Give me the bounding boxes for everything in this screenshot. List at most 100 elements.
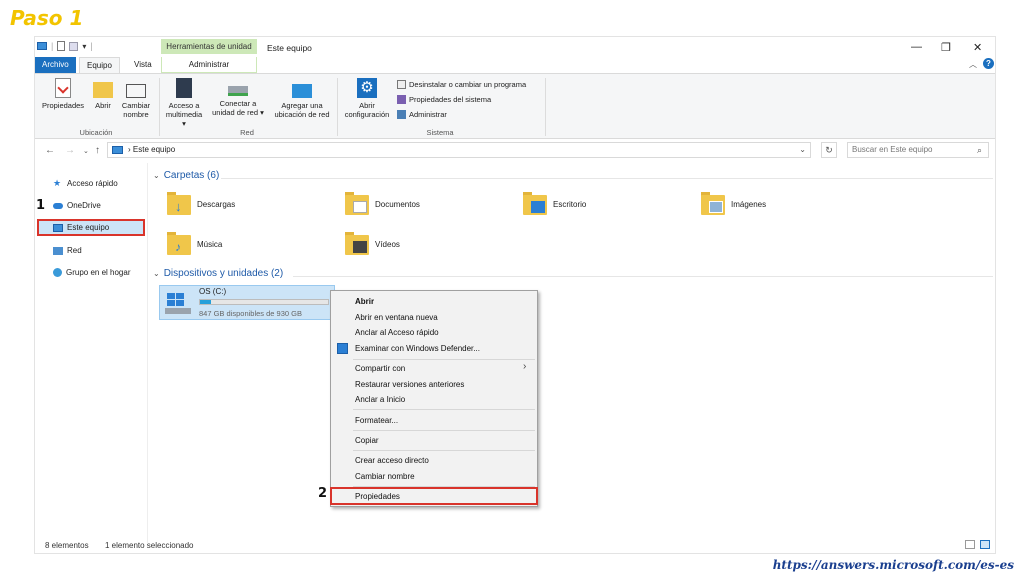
defender-icon [337,343,348,354]
folder-imagenes[interactable]: Imágenes [701,191,766,217]
computer-icon[interactable] [37,42,47,50]
folder-documentos[interactable]: Documentos [345,191,420,217]
forward-icon[interactable]: → [65,145,75,156]
address-bar[interactable]: › Este equipo ⌄ [107,142,811,158]
menu-item-crear-acceso-directo[interactable]: Crear acceso directo [355,456,429,465]
open-settings-label-line2: configuración [344,110,390,119]
details-view-icon[interactable] [965,540,975,549]
sidebar-item-label: Grupo en el hogar [66,268,131,277]
search-input[interactable]: Buscar en Este equipo ⌕ [847,142,989,158]
sidebar-item-grupo-hogar[interactable]: Grupo en el hogar [53,268,131,277]
customize-dropdown-icon[interactable]: ▾ [82,42,86,51]
uninstall-label: Desinstalar o cambiar un programa [409,80,527,89]
open-settings-label-line1: Abrir [359,101,375,110]
devices-header-label: Dispositivos y unidades (2) [163,268,284,279]
documents-folder-icon [345,191,369,217]
cloud-icon [53,202,63,209]
rename-icon [126,84,146,98]
properties-icon[interactable] [57,41,66,51]
menu-item-compartir-con[interactable]: Compartir con [355,364,405,373]
help-icon[interactable]: ? [983,58,994,69]
maximize-icon[interactable]: ❐ [941,41,951,54]
menu-item-anclar-acceso-rapido[interactable]: Anclar al Acceso rápido [355,328,439,337]
group-label-ubicacion: Ubicación [79,128,113,137]
quick-access-toolbar: | ▾ | [37,41,93,51]
open-button[interactable]: Abrir [89,78,117,110]
system-properties-label: Propiedades del sistema [409,95,492,104]
folder-name: Descargas [197,199,236,209]
up-icon[interactable]: ↑ [95,145,100,156]
refresh-icon[interactable]: ↻ [821,142,837,158]
manage-command[interactable]: Administrar [397,110,447,119]
large-icons-view-icon[interactable] [980,540,990,549]
collapse-chevron-icon: ⌄ [153,171,160,180]
manage-label: Administrar [409,110,447,119]
network-icon [53,246,63,255]
rename-label-line2: nombre [123,110,149,119]
menu-item-anclar-inicio[interactable]: Anclar a Inicio [355,395,405,404]
network-location-label-line2: ubicación de red [274,110,330,119]
minimize-icon[interactable]: — [911,41,922,53]
new-folder-icon[interactable] [69,41,79,51]
windows-drive-icon [163,293,191,315]
tab-equipo[interactable]: Equipo [79,57,120,74]
videos-folder-icon [345,231,369,257]
properties-button[interactable]: Propiedades [39,78,87,110]
sidebar-item-acceso-rapido[interactable]: ★ Acceso rápido [53,179,118,189]
system-properties-command[interactable]: Propiedades del sistema [397,95,491,104]
window-title: Este equipo [267,43,312,53]
drive-usage-fill [200,300,212,304]
folder-escritorio[interactable]: Escritorio [523,191,586,217]
open-folder-icon [93,82,113,98]
folder-videos[interactable]: Vídeos [345,231,400,257]
ribbon: Propiedades Abrir Cambiar nombre Ubicaci… [35,73,995,139]
sidebar-item-este-equipo[interactable]: Este equipo [53,223,109,232]
drive-usage-bar [199,299,329,305]
context-tab-group: Herramientas de unidad [161,39,257,54]
rename-button[interactable]: Cambiar nombre [119,78,153,119]
tab-archivo[interactable]: Archivo [35,57,76,73]
folder-name: Escritorio [553,199,587,209]
open-settings-button[interactable]: ⚙ Abrir configuración [339,78,395,119]
computer-icon [112,146,123,154]
tab-vista[interactable]: Vista [127,57,159,73]
collapse-chevron-icon: ⌄ [153,269,160,278]
menu-item-formatear[interactable]: Formatear... [355,416,398,425]
devices-section-header[interactable]: ⌄ Dispositivos y unidades (2) [153,268,283,279]
folder-musica[interactable]: ♪ Música [167,231,222,257]
network-drive-button[interactable]: Conectar a unidad de red ▾ [207,78,269,117]
sidebar-item-onedrive[interactable]: OneDrive [53,201,101,210]
collapse-ribbon-icon[interactable]: ︿ [969,59,977,70]
folder-descargas[interactable]: ↓ Descargas [167,191,235,217]
menu-item-abrir-ventana-nueva[interactable]: Abrir en ventana nueva [355,313,438,322]
network-drive-label-line2: unidad de red ▾ [212,108,264,117]
tab-administrar[interactable]: Administrar [161,57,257,73]
folders-header-label: Carpetas (6) [163,170,220,181]
menu-item-copiar[interactable]: Copiar [355,436,379,445]
uninstall-program-command[interactable]: Desinstalar o cambiar un programa [397,80,526,89]
network-drive-icon [228,86,248,96]
media-access-button[interactable]: Acceso a multimedia ▾ [163,78,205,128]
search-icon: ⌕ [976,145,982,155]
system-properties-icon [397,95,406,104]
menu-item-restaurar-versiones[interactable]: Restaurar versiones anteriores [355,380,464,389]
uninstall-icon [397,80,406,89]
address-dropdown-icon[interactable]: ⌄ [799,143,806,157]
sidebar-item-label: Este equipo [67,223,110,232]
close-icon[interactable]: ✕ [973,41,982,54]
folders-section-header[interactable]: ⌄ Carpetas (6) [153,170,219,181]
menu-item-windows-defender[interactable]: Examinar con Windows Defender... [355,344,480,353]
propiedades-highlight [330,487,538,505]
back-icon[interactable]: ← [45,145,55,156]
sidebar-item-red[interactable]: Red [53,246,82,255]
recent-locations-icon[interactable]: ⌄ [83,147,89,155]
status-item-count: 8 elementos [45,541,89,550]
menu-separator [353,409,535,410]
step-marker-1: 1 [36,198,46,213]
ribbon-separator [545,78,546,136]
menu-item-abrir[interactable]: Abrir [355,297,374,306]
network-drive-label-line1: Conectar a [219,99,257,108]
network-location-button[interactable]: Agregar una ubicación de red [271,78,333,119]
desktop-folder-icon [523,191,547,217]
menu-item-cambiar-nombre[interactable]: Cambiar nombre [355,472,415,481]
